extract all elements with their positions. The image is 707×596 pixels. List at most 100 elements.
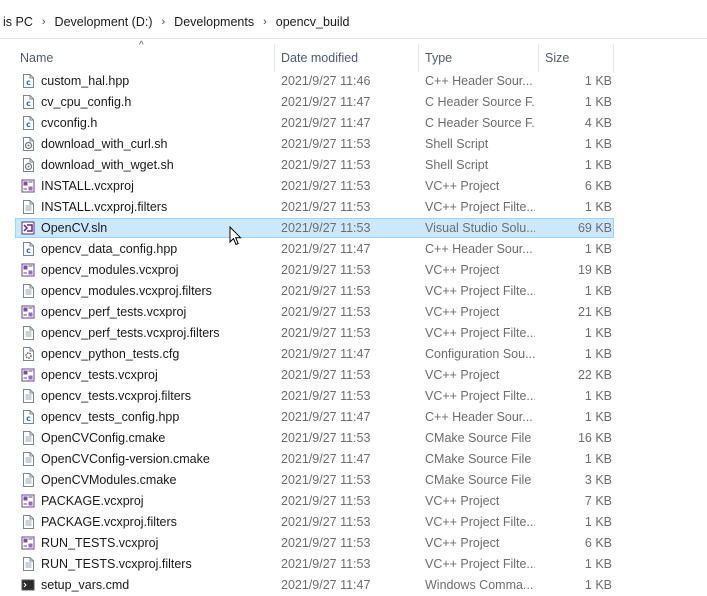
file-row[interactable]: RUN_TESTS.vcxproj.filters 2021/9/27 11:53… [0, 554, 707, 575]
file-name[interactable]: custom_hal.hpp [41, 71, 269, 92]
file-date-modified: 2021/9/27 11:53 [281, 179, 371, 193]
file-name[interactable]: opencv_tests.vcxproj.filters [41, 386, 269, 407]
file-type: C Header Source F... [425, 116, 535, 130]
file-type: VC++ Project [425, 368, 500, 382]
file-size: 1 KB [584, 557, 612, 571]
file-name[interactable]: opencv_tests.vcxproj [41, 365, 269, 386]
file-row[interactable]: download_with_wget.sh 2021/9/27 11:53 Shel… [0, 155, 707, 176]
file-type: VC++ Project [425, 305, 500, 319]
file-name[interactable]: INSTALL.vcxproj [41, 176, 269, 197]
file-type: Shell Script [425, 137, 489, 151]
file-date-modified: 2021/9/27 11:53 [281, 494, 371, 508]
file-row[interactable]: opencv_tests.vcxproj.filters 2021/9/27 11… [0, 386, 707, 407]
config-file-icon [23, 347, 34, 361]
file-name[interactable]: opencv_python_tests.cfg [41, 344, 269, 365]
solution-file-icon [21, 221, 35, 235]
chevron-right-icon[interactable]: › [257, 16, 273, 28]
code-file-icon: c [23, 410, 34, 424]
breadcrumb-item-developments[interactable]: Developments [171, 15, 257, 29]
file-date-modified: 2021/9/27 11:53 [281, 326, 371, 340]
file-name[interactable]: opencv_modules.vcxproj.filters [41, 281, 269, 302]
file-name[interactable]: cvconfig.h [41, 113, 269, 134]
file-date-modified: 2021/9/27 11:47 [281, 578, 371, 592]
file-date-modified: 2021/9/27 11:53 [281, 284, 371, 298]
file-date-modified: 2021/9/27 11:53 [281, 431, 371, 445]
file-size: 3 KB [584, 473, 612, 487]
file-name[interactable]: opencv_modules.vcxproj [41, 260, 269, 281]
file-row[interactable]: c custom_hal.hpp 2021/9/27 11:46 C++ Header… [0, 71, 707, 92]
file-row[interactable]: c opencv_data_config.hpp 2021/9/27 11:47 C+… [0, 239, 707, 260]
file-row[interactable]: INSTALL.vcxproj.filters 2021/9/27 11:53 VC… [0, 197, 707, 218]
file-name[interactable]: OpenCVConfig.cmake [41, 428, 269, 449]
file-name[interactable]: INSTALL.vcxproj.filters [41, 197, 269, 218]
file-row[interactable]: c cvconfig.h 2021/9/27 11:47 C Header Sourc… [0, 113, 707, 134]
file-date-modified: 2021/9/27 11:47 [281, 410, 371, 424]
file-row[interactable]: opencv_perf_tests.vcxproj.filters 2021/9/… [0, 323, 707, 344]
file-name[interactable]: download_with_wget.sh [41, 155, 269, 176]
breadcrumb-item-this-pc[interactable]: is PC [0, 15, 36, 29]
file-row[interactable]: OpenCVModules.cmake 2021/9/27 11:53 CMake … [0, 470, 707, 491]
file-type: VC++ Project [425, 179, 500, 193]
file-size: 1 KB [584, 515, 612, 529]
file-name[interactable]: opencv_perf_tests.vcxproj.filters [41, 323, 269, 344]
vcxproj-icon [21, 263, 35, 277]
column-header-name[interactable]: Name [14, 44, 275, 72]
file-row[interactable]: PACKAGE.vcxproj 2021/9/27 11:53 VC++ Proje… [0, 491, 707, 512]
file-size: 1 KB [584, 242, 612, 256]
column-header-date[interactable]: Date modified [275, 44, 419, 72]
code-file-icon: c [23, 95, 34, 109]
file-row[interactable]: setup_vars.cmd 2021/9/27 11:47 Windows Com… [0, 575, 707, 596]
chevron-right-icon[interactable]: › [36, 16, 52, 28]
file-row[interactable]: c cv_cpu_config.h 2021/9/27 11:47 C Header … [0, 92, 707, 113]
file-size: 22 KB [577, 368, 612, 382]
file-row[interactable]: opencv_tests.vcxproj 2021/9/27 11:53 VC++ … [0, 365, 707, 386]
file-row[interactable]: INSTALL.vcxproj 2021/9/27 11:53 VC++ Proje… [0, 176, 707, 197]
file-row[interactable]: OpenCVConfig.cmake 2021/9/27 11:53 CMake S… [0, 428, 707, 449]
file-name[interactable]: RUN_TESTS.vcxproj [41, 533, 269, 554]
breadcrumb-item-development-drive[interactable]: Development (D:) [52, 15, 156, 29]
svg-text:c: c [26, 99, 31, 108]
column-header-type[interactable]: Type [419, 44, 539, 72]
svg-text:c: c [26, 78, 31, 87]
file-name[interactable]: RUN_TESTS.vcxproj.filters [41, 554, 269, 575]
file-name[interactable]: opencv_perf_tests.vcxproj [41, 302, 269, 323]
file-size: 1 KB [584, 326, 612, 340]
file-name[interactable]: opencv_tests_config.hpp [41, 407, 269, 428]
file-row[interactable]: opencv_python_tests.cfg 2021/9/27 11:47 Co… [0, 344, 707, 365]
file-size: 1 KB [584, 137, 612, 151]
chevron-right-icon[interactable]: › [156, 16, 172, 28]
text-file-icon [23, 284, 34, 298]
vcxproj-icon [21, 494, 35, 508]
file-size: 6 KB [584, 536, 612, 550]
file-size: 1 KB [584, 95, 612, 109]
file-size: 1 KB [584, 158, 612, 172]
file-date-modified: 2021/9/27 11:53 [281, 305, 371, 319]
file-name[interactable]: OpenCVModules.cmake [41, 470, 269, 491]
file-name[interactable]: cv_cpu_config.h [41, 92, 269, 113]
file-row[interactable]: c opencv_tests_config.hpp 2021/9/27 11:47 C… [0, 407, 707, 428]
file-row[interactable]: opencv_perf_tests.vcxproj 2021/9/27 11:53… [0, 302, 707, 323]
file-name[interactable]: download_with_curl.sh [41, 134, 269, 155]
file-row[interactable]: OpenCV.sln 2021/9/27 11:53 Visual Studio S… [0, 218, 707, 239]
file-size: 21 KB [577, 305, 612, 319]
file-size: 7 KB [584, 494, 612, 508]
column-headers: ^ Name Date modified Type Size [0, 40, 707, 72]
file-row[interactable]: PACKAGE.vcxproj.filters 2021/9/27 11:53 VC… [0, 512, 707, 533]
svg-text:c: c [26, 120, 31, 129]
file-row[interactable]: OpenCVConfig-version.cmake 2021/9/27 11:4… [0, 449, 707, 470]
file-row[interactable]: opencv_modules.vcxproj.filters 2021/9/27 … [0, 281, 707, 302]
file-name[interactable]: setup_vars.cmd [41, 575, 269, 596]
file-date-modified: 2021/9/27 11:53 [281, 368, 371, 382]
file-size: 1 KB [584, 200, 612, 214]
file-name[interactable]: PACKAGE.vcxproj.filters [41, 512, 269, 533]
file-name[interactable]: OpenCVConfig-version.cmake [41, 449, 269, 470]
file-row[interactable]: download_with_curl.sh 2021/9/27 11:53 Shel… [0, 134, 707, 155]
file-row[interactable]: opencv_modules.vcxproj 2021/9/27 11:53 VC+… [0, 260, 707, 281]
breadcrumb-item-opencv-build[interactable]: opencv_build [273, 15, 353, 29]
mouse-cursor-icon [229, 226, 242, 246]
file-row[interactable]: RUN_TESTS.vcxproj 2021/9/27 11:53 VC++ Pro… [0, 533, 707, 554]
file-name[interactable]: PACKAGE.vcxproj [41, 491, 269, 512]
breadcrumb: is PC › Development (D:) › Developments … [0, 5, 707, 39]
column-header-size[interactable]: Size [539, 44, 614, 72]
file-size: 1 KB [584, 389, 612, 403]
